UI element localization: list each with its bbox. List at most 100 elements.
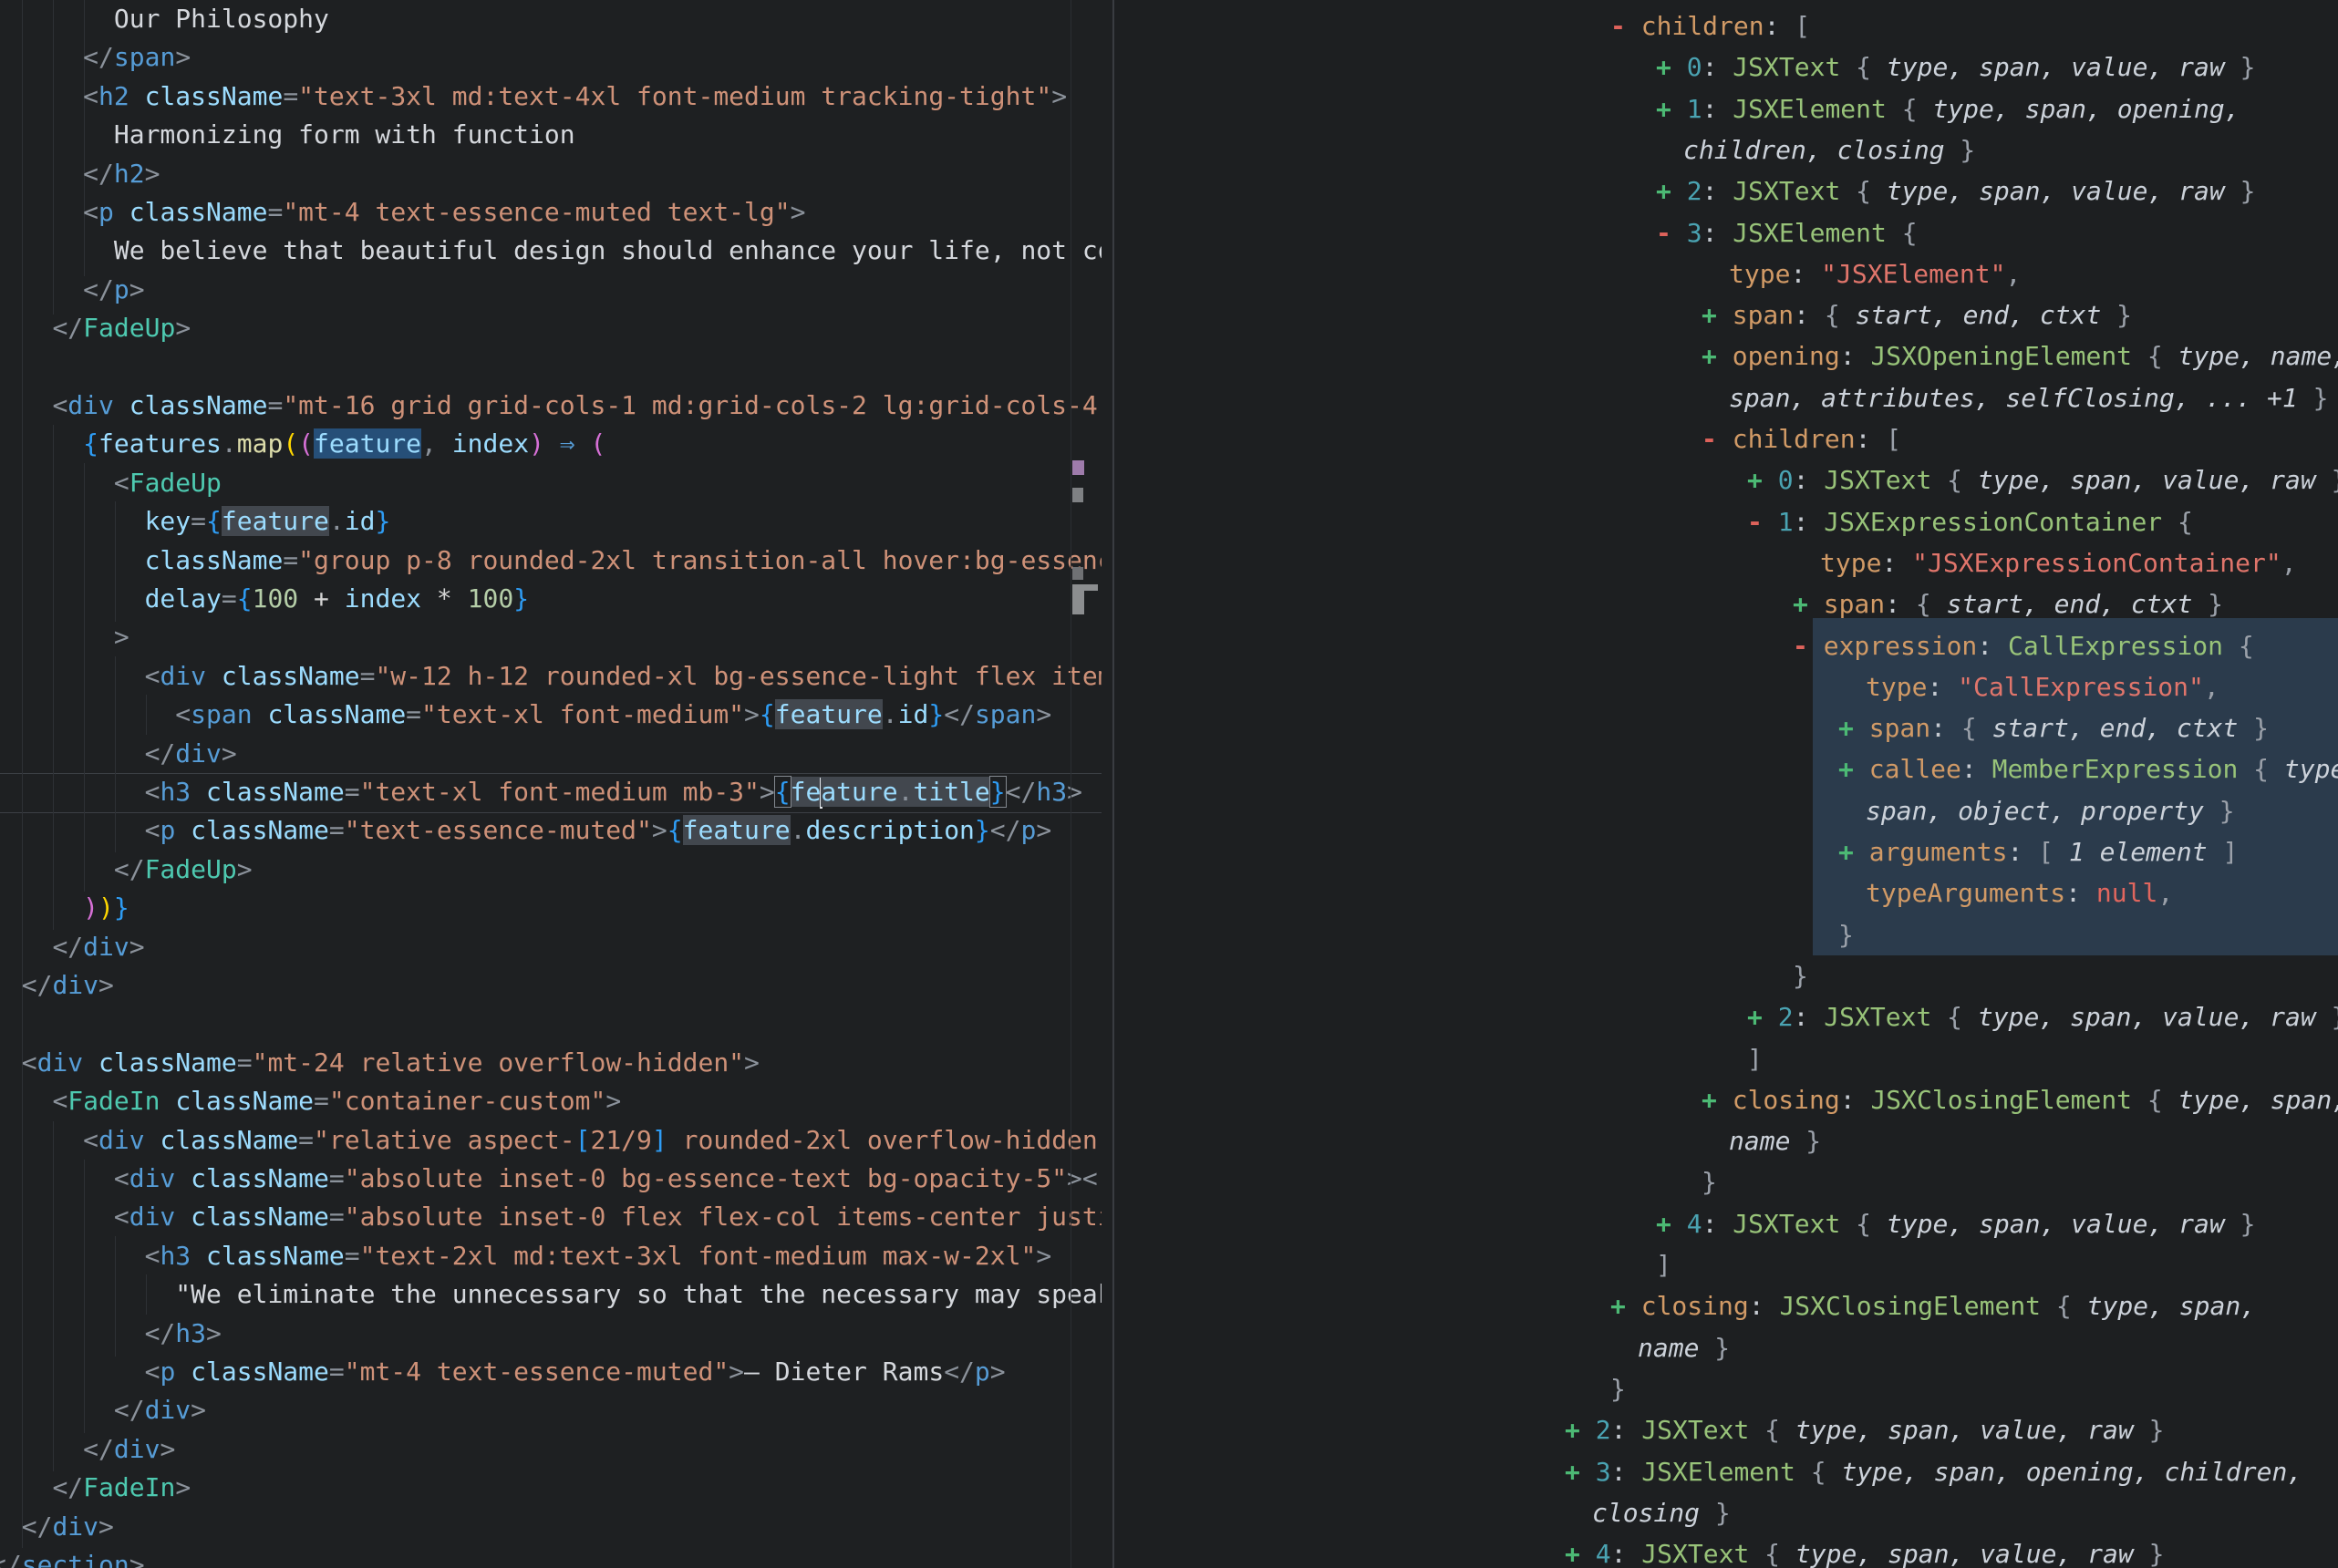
expand-toggle-icon[interactable]: + xyxy=(1656,52,1671,82)
collapse-toggle-icon[interactable]: - xyxy=(1747,507,1763,537)
ast-tree-row[interactable]: - 1: JSXExpressionContainer { xyxy=(1747,501,2193,542)
ast-tree-row[interactable]: + 1: JSXElement { type, span, opening, xyxy=(1656,88,2240,129)
ast-tree-row[interactable]: - children: [ xyxy=(1702,418,1901,459)
code-line[interactable]: </div> xyxy=(0,966,114,1005)
code-line[interactable]: </FadeIn> xyxy=(0,1469,191,1507)
code-line[interactable]: </div> xyxy=(0,1508,114,1546)
code-line[interactable]: <div className="absolute inset-0 flex fl… xyxy=(0,1198,1102,1236)
expand-toggle-icon[interactable]: + xyxy=(1838,713,1854,743)
ast-tree-row[interactable]: + 4: JSXText { type, span, value, raw } xyxy=(1565,1533,2164,1568)
ast-tree-row[interactable]: typeArguments: null, xyxy=(1866,872,2173,913)
code-line[interactable]: </section> xyxy=(0,1546,145,1568)
ast-tree-row[interactable]: } xyxy=(1702,1161,1717,1202)
code-line[interactable]: Harmonizing form with function xyxy=(0,116,575,154)
code-line[interactable]: <FadeUp xyxy=(0,464,222,502)
ast-tree-row[interactable]: + 2: JSXText { type, span, value, raw } xyxy=(1565,1409,2164,1450)
ast-tree-row[interactable]: + 3: JSXElement { type, span, opening, c… xyxy=(1565,1451,2302,1492)
ast-tree-row[interactable]: + span: { start, end, ctxt } xyxy=(1793,583,2223,624)
ast-tree-row[interactable]: + closing: JSXClosingElement { type, spa… xyxy=(1702,1079,2338,1120)
collapse-toggle-icon[interactable]: - xyxy=(1610,11,1626,41)
expand-toggle-icon[interactable]: + xyxy=(1702,300,1717,330)
code-line[interactable]: Our Philosophy xyxy=(0,0,329,38)
code-line[interactable]: </span> xyxy=(0,38,191,77)
code-line[interactable]: We believe that beautiful design should … xyxy=(0,232,1102,270)
expand-toggle-icon[interactable]: + xyxy=(1838,754,1854,784)
code-line[interactable]: </h3> xyxy=(0,1315,222,1353)
code-line[interactable]: </p> xyxy=(0,271,145,309)
expand-toggle-icon[interactable]: + xyxy=(1565,1457,1580,1487)
code-line[interactable]: </FadeUp> xyxy=(0,851,253,889)
code-line[interactable]: "We eliminate the unnecessary so that th… xyxy=(0,1275,1102,1314)
ast-tree-row[interactable]: - expression: CallExpression { xyxy=(1793,625,2254,666)
collapse-toggle-icon[interactable]: - xyxy=(1793,631,1808,661)
ast-tree-row[interactable]: + 0: JSXText { type, span, value, raw } xyxy=(1747,459,2338,500)
code-line[interactable]: ))} xyxy=(0,889,129,927)
code-line[interactable]: <h2 className="text-3xl md:text-4xl font… xyxy=(0,77,1067,116)
ast-tree-row[interactable]: + 0: JSXText { type, span, value, raw } xyxy=(1656,46,2255,88)
expand-toggle-icon[interactable]: + xyxy=(1610,1291,1626,1321)
code-line[interactable]: <p className="mt-4 text-essence-muted te… xyxy=(0,193,805,232)
ast-tree-row[interactable]: closing } xyxy=(1592,1492,1731,1533)
code-line[interactable]: <div className="mt-16 grid grid-cols-1 m… xyxy=(0,387,1098,425)
ast-tree-row[interactable]: } xyxy=(1610,1368,1626,1409)
ast-tree-row[interactable]: + closing: JSXClosingElement { type, spa… xyxy=(1610,1285,2256,1326)
code-line[interactable]: > xyxy=(0,618,129,656)
ast-tree-row[interactable]: + 2: JSXText { type, span, value, raw } xyxy=(1656,170,2255,211)
ast-tree-row[interactable]: + 2: JSXText { type, span, value, raw } xyxy=(1747,996,2338,1037)
code-line[interactable]: </h2> xyxy=(0,155,160,193)
code-line[interactable]: delay={100 + index * 100} xyxy=(0,580,529,618)
code-line[interactable]: </FadeUp> xyxy=(0,309,191,347)
code-line[interactable]: {features.map((feature, index) ⇒ ( xyxy=(0,425,605,463)
ast-tree-row[interactable]: name } xyxy=(1638,1327,1730,1368)
ast-tree-row[interactable]: span, object, property } xyxy=(1866,790,2235,831)
expand-toggle-icon[interactable]: + xyxy=(1747,1002,1763,1032)
collapse-toggle-icon[interactable]: - xyxy=(1656,218,1671,248)
code-line[interactable]: <div className="mt-24 relative overflow-… xyxy=(0,1044,760,1082)
code-line[interactable]: <span className="text-xl font-medium">{f… xyxy=(0,696,1051,734)
expand-toggle-icon[interactable]: + xyxy=(1656,176,1671,206)
code-line[interactable]: <div className="relative aspect-[21/9] r… xyxy=(0,1121,1098,1160)
expand-toggle-icon[interactable]: + xyxy=(1702,1085,1717,1115)
expand-toggle-icon[interactable]: + xyxy=(1793,589,1808,619)
expand-toggle-icon[interactable]: + xyxy=(1747,465,1763,495)
code-line[interactable]: <h3 className="text-2xl md:text-3xl font… xyxy=(0,1237,1051,1275)
code-line[interactable]: </div> xyxy=(0,928,145,966)
code-line[interactable]: <h3 className="text-xl font-medium mb-3"… xyxy=(0,773,1082,811)
ast-tree-row[interactable]: ] xyxy=(1747,1038,1763,1079)
code-line[interactable]: <FadeIn className="container-custom"> xyxy=(0,1082,621,1120)
code-line[interactable]: </div> xyxy=(0,1430,175,1469)
code-line[interactable]: </div> xyxy=(0,735,237,773)
ast-tree-row[interactable]: type: "CallExpression", xyxy=(1866,666,2219,707)
ast-tree-row[interactable]: type: "JSXExpressionContainer", xyxy=(1820,542,2297,583)
expand-toggle-icon[interactable]: + xyxy=(1565,1415,1580,1445)
ast-tree-row[interactable]: } xyxy=(1838,914,1854,955)
expand-toggle-icon[interactable]: + xyxy=(1656,94,1671,124)
ast-tree-row[interactable]: type: "JSXElement", xyxy=(1729,253,2021,294)
code-line[interactable]: <p className="text-essence-muted">{featu… xyxy=(0,811,1051,850)
ast-tree-row[interactable]: + callee: MemberExpression { type, xyxy=(1838,748,2338,789)
ast-tree-row[interactable]: + arguments: [ 1 element ] xyxy=(1838,831,2238,872)
ast-tree-row[interactable]: + span: { start, end, ctxt } xyxy=(1838,707,2269,748)
ast-tree-row[interactable]: + span: { start, end, ctxt } xyxy=(1702,294,2132,335)
ast-tree-row[interactable]: children, closing } xyxy=(1683,129,1975,170)
code-line[interactable]: </div> xyxy=(0,1391,206,1429)
expand-toggle-icon[interactable]: + xyxy=(1838,837,1854,867)
code-editor-pane[interactable]: Our Philosophy </span> <h2 className="te… xyxy=(0,0,1102,1568)
ast-tree-row[interactable]: - 3: JSXElement { xyxy=(1656,212,1918,253)
ast-tree-row[interactable]: span, attributes, selfClosing, ... +1 } xyxy=(1729,377,2328,418)
code-line[interactable]: <div className="w-12 h-12 rounded-xl bg-… xyxy=(0,657,1102,696)
ast-tree-row[interactable]: name } xyxy=(1729,1120,1821,1161)
collapse-toggle-icon[interactable]: - xyxy=(1702,424,1717,454)
ast-tree-row[interactable]: + 4: JSXText { type, span, value, raw } xyxy=(1656,1203,2255,1244)
ast-tree-row[interactable]: } xyxy=(1793,955,1808,996)
expand-toggle-icon[interactable]: + xyxy=(1702,341,1717,371)
code-line[interactable]: <p className="mt-4 text-essence-muted">—… xyxy=(0,1353,1006,1391)
ast-tree-row[interactable]: - children: [ xyxy=(1610,5,1810,46)
ast-tree-pane[interactable]: - children: [+ 0: JSXText { type, span, … xyxy=(1114,0,2338,1568)
code-line[interactable]: className="group p-8 rounded-2xl transit… xyxy=(0,542,1102,580)
code-line[interactable]: key={feature.id} xyxy=(0,502,390,541)
expand-toggle-icon[interactable]: + xyxy=(1656,1209,1671,1239)
code-line[interactable]: <div className="absolute inset-0 bg-esse… xyxy=(0,1160,1098,1198)
expand-toggle-icon[interactable]: + xyxy=(1565,1539,1580,1568)
ast-tree-row[interactable]: + opening: JSXOpeningElement { type, nam… xyxy=(1702,335,2338,377)
